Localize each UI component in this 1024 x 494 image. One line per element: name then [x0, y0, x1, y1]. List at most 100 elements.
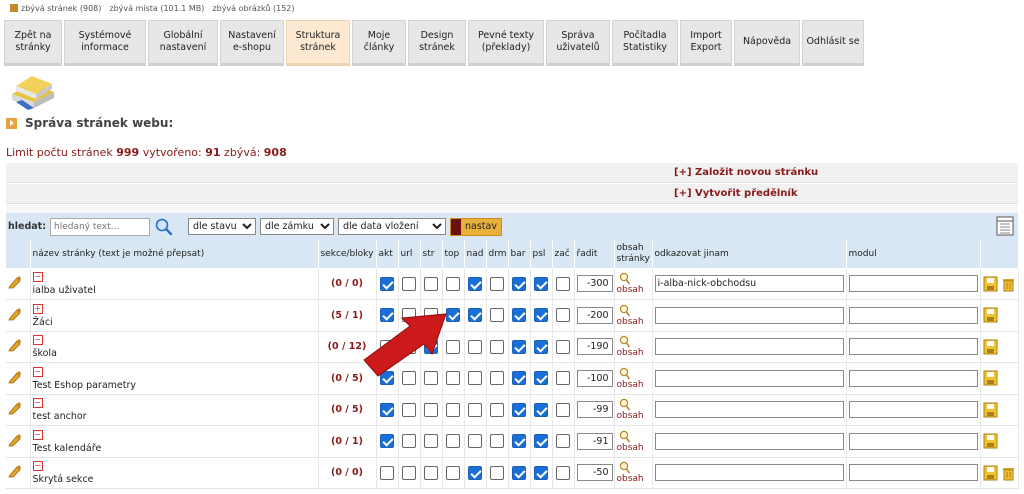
- column-settings-icon[interactable]: [996, 216, 1014, 236]
- checkbox-str[interactable]: [424, 434, 438, 449]
- content-link[interactable]: obsah: [617, 411, 644, 421]
- checkbox-zac[interactable]: [556, 339, 570, 354]
- checkbox-str[interactable]: [424, 308, 438, 323]
- expand-toggle-icon[interactable]: −: [32, 398, 43, 409]
- menu-eshop-settings[interactable]: Nastavení e-shopu: [220, 20, 284, 66]
- col-bar[interactable]: bar: [508, 240, 531, 268]
- module-input[interactable]: [848, 464, 978, 482]
- checkbox-url[interactable]: [402, 339, 416, 354]
- checkbox-akt[interactable]: [380, 465, 394, 480]
- magnifier-icon[interactable]: [619, 367, 631, 380]
- checkbox-nad[interactable]: [468, 276, 482, 291]
- checkbox-bar[interactable]: [512, 339, 526, 354]
- checkbox-psl[interactable]: [534, 371, 548, 386]
- state-select[interactable]: dle stavu: [188, 218, 257, 235]
- checkbox-zac[interactable]: [556, 308, 570, 323]
- trash-icon[interactable]: [1001, 465, 1016, 481]
- apply-filter-button[interactable]: nastav: [450, 217, 502, 236]
- checkbox-psl[interactable]: [534, 465, 548, 480]
- page-name[interactable]: test anchor: [33, 411, 316, 422]
- menu-back-to-pages[interactable]: Zpět na stránky: [4, 20, 62, 66]
- link-input[interactable]: [654, 306, 844, 324]
- menu-help[interactable]: Nápověda: [734, 20, 800, 66]
- menu-page-structure[interactable]: Struktura stránek: [286, 20, 350, 66]
- checkbox-top[interactable]: [446, 276, 460, 291]
- checkbox-str[interactable]: [424, 371, 438, 386]
- checkbox-akt[interactable]: [380, 276, 394, 291]
- col-top[interactable]: top: [442, 240, 465, 268]
- magnifier-icon[interactable]: [619, 430, 631, 443]
- col-zac[interactable]: zač: [552, 240, 575, 268]
- magnifier-icon[interactable]: [619, 304, 631, 317]
- checkbox-zac[interactable]: [556, 276, 570, 291]
- page-name[interactable]: Žáci: [33, 317, 316, 328]
- checkbox-nad[interactable]: [468, 434, 482, 449]
- checkbox-url[interactable]: [402, 402, 416, 417]
- col-name[interactable]: název stránky (text je možné přepsat): [30, 240, 319, 268]
- menu-global-settings[interactable]: Globální nastavení: [148, 20, 218, 66]
- checkbox-bar[interactable]: [512, 434, 526, 449]
- col-nad[interactable]: nad: [464, 240, 487, 268]
- edit-pencil-icon[interactable]: [8, 433, 22, 447]
- module-input[interactable]: [848, 275, 978, 292]
- checkbox-bar[interactable]: [512, 465, 526, 480]
- checkbox-drm[interactable]: [490, 434, 504, 449]
- expand-toggle-icon[interactable]: −: [32, 461, 43, 472]
- page-name[interactable]: Skrytá sekce: [33, 474, 316, 485]
- menu-my-articles[interactable]: Moje články: [352, 20, 406, 66]
- content-link[interactable]: obsah: [617, 443, 644, 453]
- edit-pencil-icon[interactable]: [8, 370, 22, 384]
- page-name[interactable]: ialba uživatel: [33, 285, 316, 296]
- col-psl[interactable]: psl: [530, 240, 553, 268]
- module-input[interactable]: [848, 369, 978, 387]
- magnifier-icon[interactable]: [619, 398, 631, 411]
- checkbox-bar[interactable]: [512, 402, 526, 417]
- checkbox-url[interactable]: [402, 465, 416, 480]
- search-input[interactable]: [50, 217, 151, 236]
- magnifier-icon[interactable]: [619, 461, 631, 474]
- checkbox-zac[interactable]: [556, 371, 570, 386]
- checkbox-str[interactable]: [424, 339, 438, 354]
- checkbox-drm[interactable]: [490, 465, 504, 480]
- order-input[interactable]: [576, 432, 613, 450]
- save-icon[interactable]: [983, 307, 998, 323]
- menu-counters-statistics[interactable]: Počítadla Statistiky: [612, 20, 678, 66]
- checkbox-bar[interactable]: [512, 371, 526, 386]
- page-name[interactable]: Test Eshop parametry: [33, 380, 316, 391]
- checkbox-drm[interactable]: [490, 308, 504, 323]
- content-link[interactable]: obsah: [617, 285, 644, 295]
- expand-toggle-icon[interactable]: −: [32, 429, 43, 440]
- checkbox-psl[interactable]: [534, 276, 548, 291]
- save-icon[interactable]: [983, 433, 998, 449]
- order-input[interactable]: [576, 464, 613, 482]
- checkbox-top[interactable]: [446, 434, 460, 449]
- menu-system-info[interactable]: Systémové informace: [64, 20, 146, 66]
- order-input[interactable]: [576, 275, 613, 292]
- save-icon[interactable]: [983, 276, 998, 292]
- checkbox-psl[interactable]: [534, 308, 548, 323]
- order-input[interactable]: [576, 306, 613, 324]
- order-input[interactable]: [576, 369, 613, 387]
- col-sections[interactable]: sekce/bloky: [318, 240, 377, 268]
- checkbox-top[interactable]: [446, 402, 460, 417]
- module-input[interactable]: [848, 432, 978, 450]
- edit-pencil-icon[interactable]: [8, 401, 22, 415]
- menu-fixed-texts[interactable]: Pevné texty (překlady): [468, 20, 544, 66]
- col-str[interactable]: str: [420, 240, 443, 268]
- col-drm[interactable]: drm: [486, 240, 509, 268]
- trash-icon[interactable]: [1001, 276, 1016, 292]
- menu-import-export[interactable]: Import Export: [680, 20, 732, 66]
- magnifier-icon[interactable]: [619, 335, 631, 348]
- checkbox-psl[interactable]: [534, 339, 548, 354]
- content-link[interactable]: obsah: [617, 348, 644, 358]
- menu-user-management[interactable]: Správa uživatelů: [546, 20, 610, 66]
- checkbox-bar[interactable]: [512, 276, 526, 291]
- col-akt[interactable]: akt: [376, 240, 399, 268]
- edit-pencil-icon[interactable]: [8, 464, 22, 478]
- checkbox-psl[interactable]: [534, 434, 548, 449]
- col-order[interactable]: řadit: [574, 240, 615, 268]
- checkbox-nad[interactable]: [468, 465, 482, 480]
- checkbox-top[interactable]: [446, 371, 460, 386]
- checkbox-str[interactable]: [424, 465, 438, 480]
- checkbox-zac[interactable]: [556, 402, 570, 417]
